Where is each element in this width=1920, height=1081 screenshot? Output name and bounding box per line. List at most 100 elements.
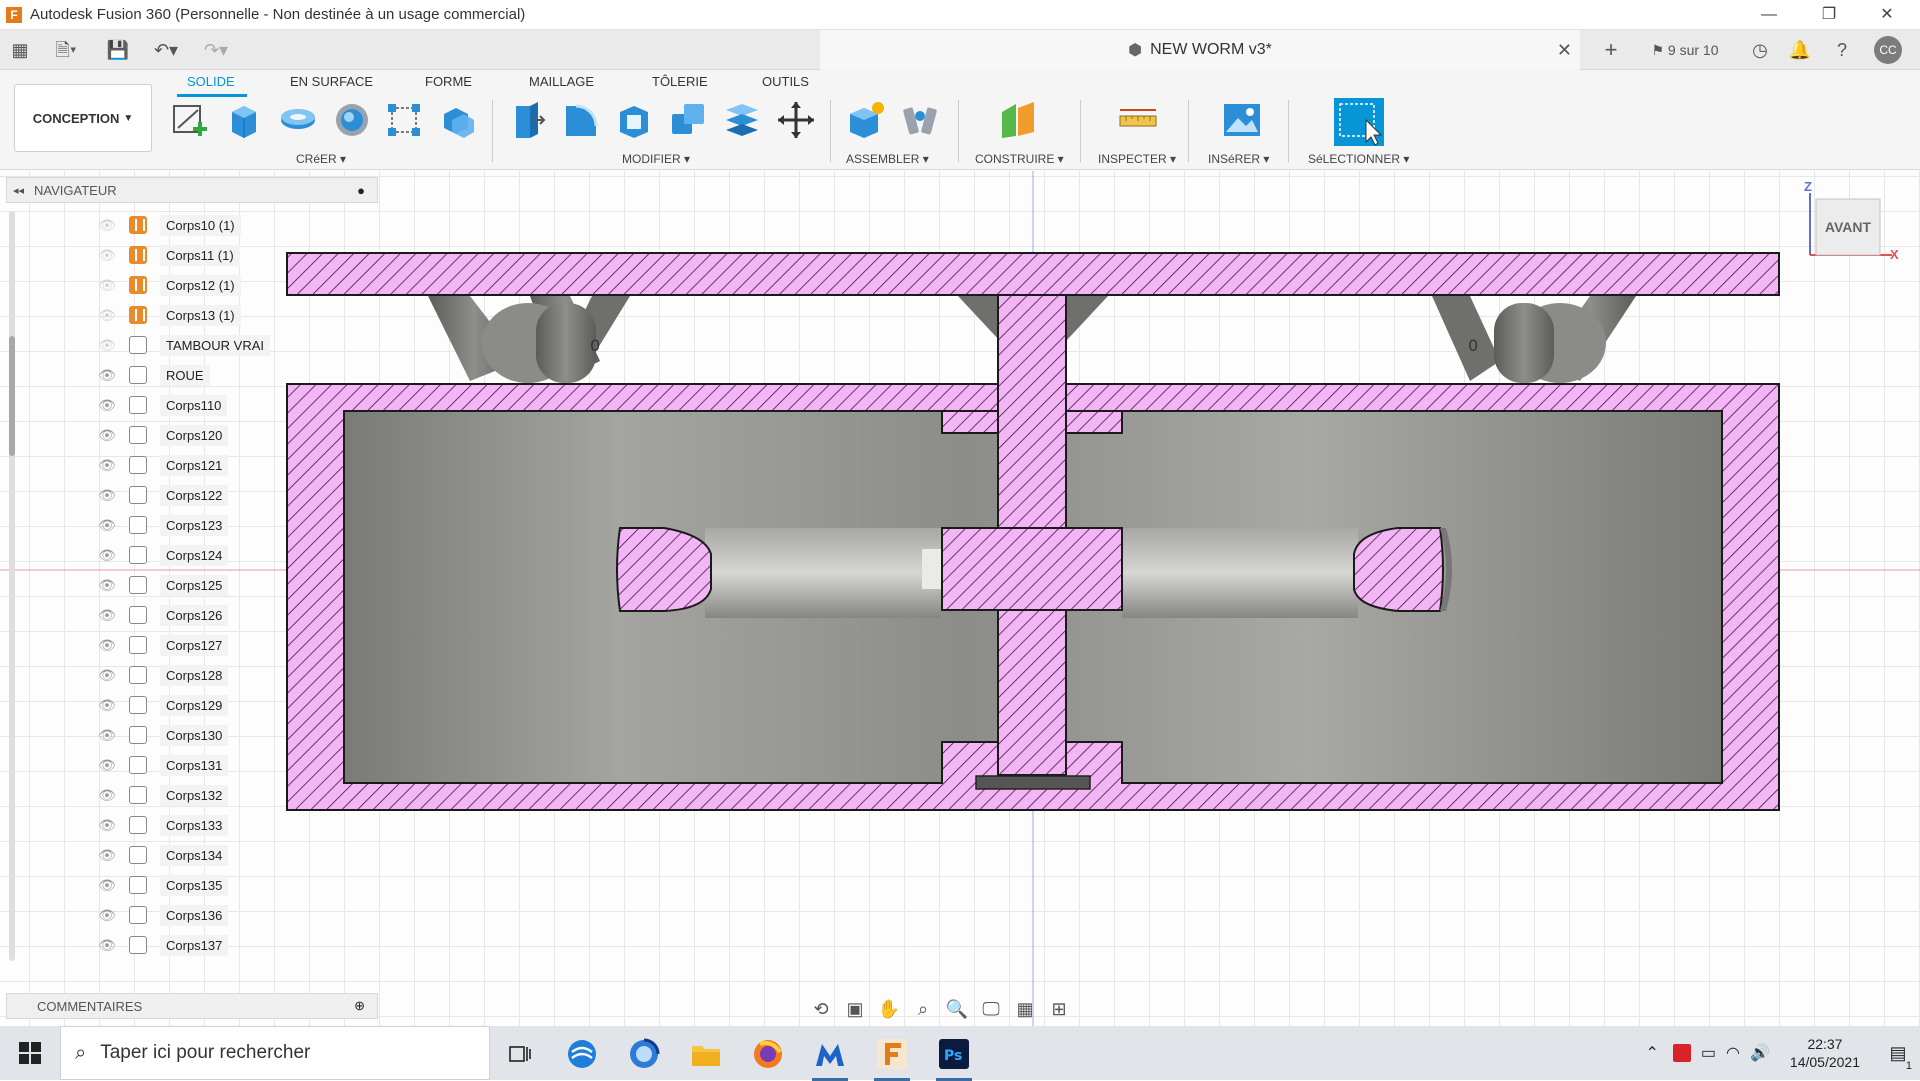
eye-visible-icon[interactable]: 👁 (95, 907, 119, 924)
browser-node[interactable]: 👁Corps131 (95, 750, 228, 780)
undo-icon[interactable]: ↶▾ (146, 38, 186, 62)
browser-node[interactable]: 👁Corps13 (1) (95, 300, 241, 330)
browser-node[interactable]: 👁Corps134 (95, 840, 228, 870)
browser-node[interactable]: 👁Corps127 (95, 630, 228, 660)
browser-node[interactable]: 👁Corps137 (95, 930, 228, 960)
look-at-icon[interactable]: ▣ (842, 999, 868, 1020)
browser-node[interactable]: 👁ROUE (95, 360, 210, 390)
collapse-panel-icon[interactable]: ◂◂ (13, 184, 24, 197)
close-window-button[interactable]: ✕ (1864, 0, 1910, 30)
browser-node[interactable]: 👁Corps129 (95, 690, 228, 720)
group-construire[interactable]: CONSTRUIRE ▾ (975, 152, 1064, 166)
eye-hidden-icon[interactable]: 👁 (95, 277, 119, 294)
eye-visible-icon[interactable]: 👁 (95, 517, 119, 534)
press-pull-icon[interactable] (506, 100, 546, 140)
group-inspecter[interactable]: INSPECTER ▾ (1098, 152, 1176, 166)
eye-visible-icon[interactable]: 👁 (95, 697, 119, 714)
viewcube-face-label[interactable]: AVANT (1816, 219, 1880, 235)
fit-icon[interactable]: 🔍 (944, 999, 970, 1020)
taskbar-search[interactable]: ⌕ Taper ici pour rechercher (60, 1026, 490, 1080)
browser-node[interactable]: 👁TAMBOUR VRAI (95, 330, 270, 360)
offset-plane-icon[interactable] (998, 100, 1038, 140)
tab-en-surface[interactable]: EN SURFACE (290, 74, 373, 89)
zoom-icon[interactable]: ⌕ (910, 999, 936, 1020)
viewcube[interactable]: Z X AVANT (1806, 183, 1906, 283)
firefox-icon[interactable] (744, 1034, 792, 1074)
browser-node[interactable]: 👁Corps122 (95, 480, 228, 510)
group-inserer[interactable]: INSéRER ▾ (1208, 152, 1269, 166)
tab-solide[interactable]: SOLIDE (187, 74, 235, 89)
canvas-viewport[interactable]: 0 0 (0, 171, 1920, 1026)
eye-visible-icon[interactable]: 👁 (95, 757, 119, 774)
sweep-icon[interactable] (332, 100, 372, 140)
battery-icon[interactable]: ▭ (1701, 1043, 1716, 1063)
browser-node[interactable]: 👁Corps126 (95, 600, 228, 630)
new-component-icon[interactable] (846, 100, 886, 140)
offset-face-icon[interactable] (722, 100, 762, 140)
volume-icon[interactable]: 🔊 (1750, 1043, 1770, 1063)
tab-outils[interactable]: OUTILS (762, 74, 809, 89)
model-section-view[interactable]: 0 0 (0, 171, 1920, 1026)
notifications-bell-icon[interactable]: 🔔 (1786, 38, 1814, 62)
browser-node[interactable]: 👁Corps125 (95, 570, 228, 600)
browser-node[interactable]: 👁Corps120 (95, 420, 228, 450)
redo-icon[interactable]: ↷▾ (196, 38, 236, 62)
eye-hidden-icon[interactable]: 👁 (95, 217, 119, 234)
eye-visible-icon[interactable]: 👁 (95, 847, 119, 864)
group-creer[interactable]: CRéER ▾ (296, 152, 346, 166)
revolve-icon[interactable] (278, 100, 318, 140)
help-icon[interactable]: ? (1828, 38, 1856, 62)
swiftpoint-app-icon[interactable] (558, 1034, 606, 1074)
viewports-icon[interactable]: ⊞ (1046, 999, 1072, 1020)
combine-bodies-icon[interactable] (668, 100, 708, 140)
user-avatar[interactable]: CC (1874, 36, 1902, 64)
display-settings-icon[interactable]: 🖵 (978, 999, 1004, 1020)
navigator-options-icon[interactable]: ● (357, 183, 365, 198)
workspace-switcher[interactable]: CONCEPTION ▼ (14, 84, 152, 152)
orbit-icon[interactable]: ⟲ (808, 999, 834, 1020)
browser-node[interactable]: 👁Corps132 (95, 780, 228, 810)
eye-visible-icon[interactable]: 👁 (95, 787, 119, 804)
eye-visible-icon[interactable]: 👁 (95, 457, 119, 474)
fusion360-taskbar-icon[interactable] (868, 1034, 916, 1074)
measure-icon[interactable] (1118, 100, 1158, 140)
browser-node[interactable]: 👁Corps123 (95, 510, 228, 540)
pan-hand-icon[interactable]: ✋ (876, 999, 902, 1020)
eye-visible-icon[interactable]: 👁 (95, 637, 119, 654)
minimize-button[interactable]: — (1746, 0, 1792, 30)
group-modifier[interactable]: MODIFIER ▾ (622, 152, 690, 166)
create-sketch-icon[interactable] (170, 100, 210, 140)
browser-node[interactable]: 👁Corps133 (95, 810, 228, 840)
navigator-scroll-thumb[interactable] (9, 336, 15, 456)
browser-node[interactable]: 👁Corps128 (95, 660, 228, 690)
eye-visible-icon[interactable]: 👁 (95, 397, 119, 414)
malwarebytes-icon[interactable] (806, 1034, 854, 1074)
browser-node[interactable]: 👁Corps124 (95, 540, 228, 570)
browser-node[interactable]: 👁Corps135 (95, 870, 228, 900)
browser-node[interactable]: 👁Corps136 (95, 900, 228, 930)
eye-hidden-icon[interactable]: 👁 (95, 307, 119, 324)
rectangular-pattern-icon[interactable] (384, 100, 424, 140)
add-comment-icon[interactable]: ⊕ (354, 998, 365, 1014)
group-assembler[interactable]: ASSEMBLER ▾ (846, 152, 929, 166)
browser-app-icon[interactable] (620, 1034, 668, 1074)
eye-visible-icon[interactable]: 👁 (95, 487, 119, 504)
eye-visible-icon[interactable]: 👁 (95, 667, 119, 684)
browser-node[interactable]: 👁Corps121 (95, 450, 228, 480)
joint-icon[interactable] (900, 100, 940, 140)
acrobat-tray-icon[interactable] (1673, 1044, 1691, 1062)
data-panel-grid-icon[interactable]: ▦ (8, 38, 32, 62)
history-clock-icon[interactable]: ◷ (1746, 38, 1774, 62)
eye-visible-icon[interactable]: 👁 (95, 547, 119, 564)
taskbar-clock[interactable]: 22:37 14/05/2021 (1790, 1035, 1860, 1071)
move-copy-icon[interactable] (776, 100, 816, 140)
restore-button[interactable]: ❐ (1806, 0, 1852, 30)
eye-visible-icon[interactable]: 👁 (95, 937, 119, 954)
navigator-header[interactable]: ◂◂ NAVIGATEUR ● (6, 177, 378, 203)
fillet-icon[interactable] (560, 100, 600, 140)
eye-hidden-icon[interactable]: 👁 (95, 337, 119, 354)
file-menu-icon[interactable]: 🗎▾ (48, 38, 84, 62)
group-selectionner[interactable]: SéLECTIONNER ▾ (1308, 152, 1409, 166)
tab-tolerie[interactable]: TÔLERIE (652, 74, 708, 89)
browser-node[interactable]: 👁Corps110 (95, 390, 227, 420)
